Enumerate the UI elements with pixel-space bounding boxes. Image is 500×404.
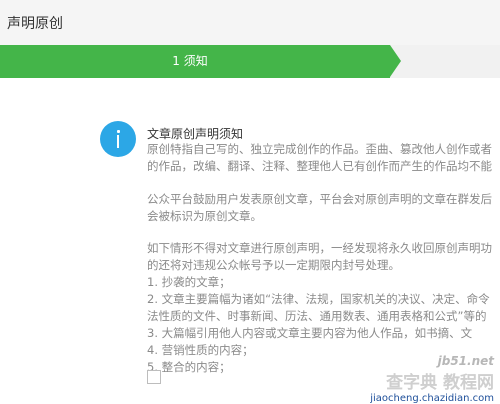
notice-content: 文章原创声明须知 原创特指自己写的、独立完成创作的作品。歪曲、篡改他人创作或者 … — [0, 78, 500, 404]
paragraph-line: 的作品，改编、翻译、注释、整理他人已有创作而产生的作品均不能 — [147, 159, 492, 173]
notice-paragraph-2: 公众平台鼓励用户发表原创文章，平台会对原创声明的文章在群发后 会被标识为原创文章… — [147, 191, 492, 225]
paragraph-line: 原创特指自己写的、独立完成创作的作品。歪曲、篡改他人创作或者 — [147, 142, 492, 156]
notice-title: 文章原创声明须知 — [147, 127, 244, 141]
list-item: 5. 整合的内容； — [147, 360, 231, 374]
paragraph-line: 公众平台鼓励用户发表原创文章，平台会对原创声明的文章在群发后 — [147, 192, 492, 206]
paragraph-line: 如下情形不得对文章进行原创声明，一经发现将永久收回原创声明功 — [147, 241, 492, 255]
list-item: 3. 大篇幅引用他人内容或文章主要内容为他人作品，如书摘、文 — [147, 326, 473, 340]
list-item: 4. 营销性质的内容； — [147, 343, 254, 357]
step-progress-bar: 1 须知 — [0, 45, 500, 78]
page-title: 声明原创 — [7, 16, 63, 32]
notice-paragraph-3: 如下情形不得对文章进行原创声明，一经发现将永久收回原创声明功 的还将对违规公众帐… — [147, 240, 492, 376]
info-icon — [100, 121, 136, 157]
paragraph-line: 会被标识为原创文章。 — [147, 209, 262, 223]
step-1-label: 1 须知 — [172, 54, 208, 68]
page-header: 声明原创 — [0, 0, 500, 46]
list-item: 2. 文章主要篇幅为诸如“法律、法规，国家机关的决议、决定、命令 — [147, 292, 490, 306]
list-item: 1. 抄袭的文章； — [147, 275, 231, 289]
notice-paragraph-1: 原创特指自己写的、独立完成创作的作品。歪曲、篡改他人创作或者 的作品，改编、翻译… — [147, 141, 492, 175]
list-item: 法性质的文件、时事新闻、历法、通用数表、通用表格和公式”等的 — [147, 309, 487, 323]
agree-checkbox[interactable] — [147, 370, 161, 384]
paragraph-line: 的还将对违规公众帐号予以一定期限内封号处理。 — [147, 258, 400, 272]
step-arrow-icon — [390, 45, 401, 77]
